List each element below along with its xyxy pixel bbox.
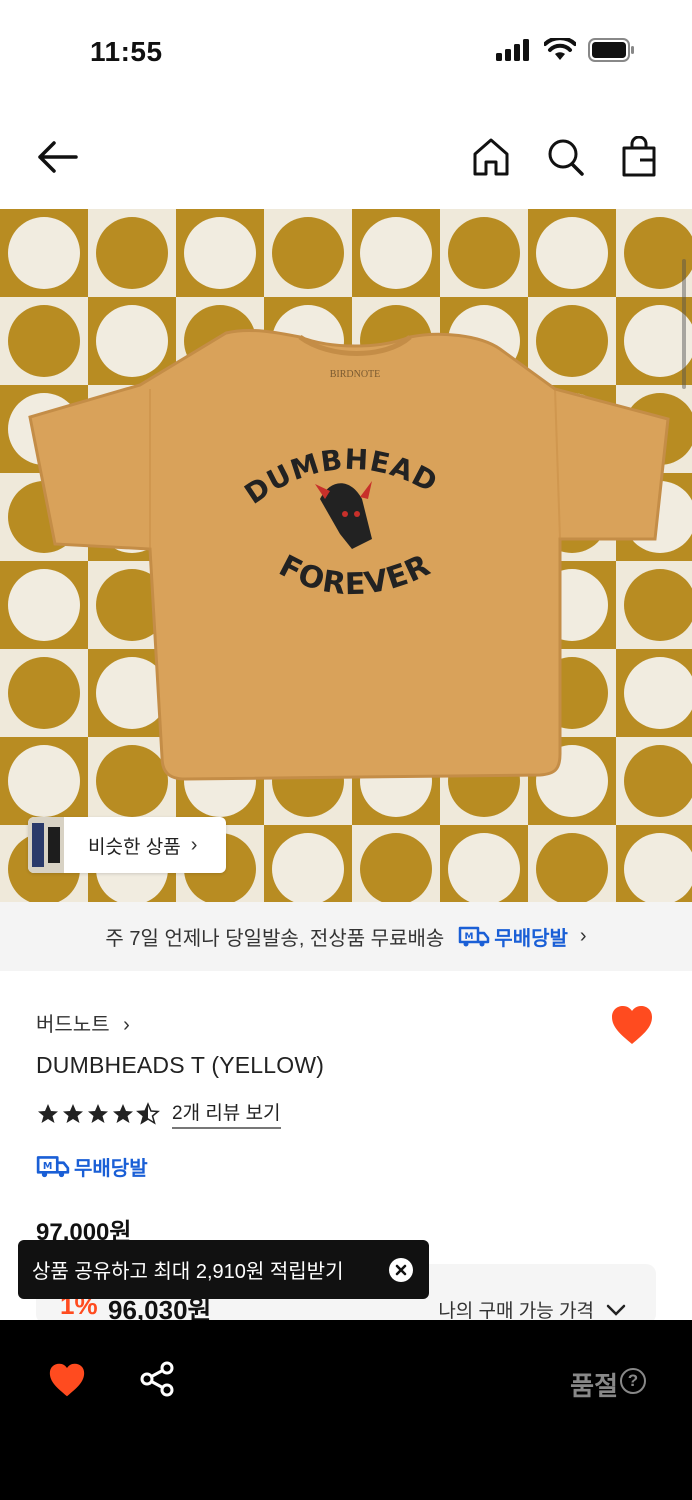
toast-close-button[interactable] xyxy=(389,1258,413,1282)
my-price-label: 나의 구매 가능 가격 xyxy=(438,1301,594,1322)
bottom-action-bar: 품절 ? xyxy=(0,1320,692,1500)
similar-products-label: 비슷한 상품 xyxy=(88,836,181,858)
nav-actions xyxy=(472,135,658,178)
arrow-left-icon xyxy=(38,141,78,173)
delivery-text: 주 7일 언제나 당일발송, 전상품 무료배송 xyxy=(105,928,445,950)
half-star-icon xyxy=(136,1101,160,1125)
share-reward-toast: 상품 공유하고 최대 2,910원 적립받기 xyxy=(18,1240,429,1299)
free-delivery-badge: M 무배당발 xyxy=(458,922,568,951)
product-title: DUMBHEADS T (YELLOW) xyxy=(36,1052,325,1078)
brand-link[interactable]: 버드노트 › xyxy=(36,1008,130,1037)
star-icon xyxy=(63,1103,83,1123)
similar-products-button[interactable]: 비슷한 상품 › xyxy=(28,817,226,873)
search-icon xyxy=(548,139,584,176)
wishlist-button[interactable] xyxy=(610,1004,654,1048)
image-scroll-indicator xyxy=(682,259,686,389)
share-button[interactable] xyxy=(138,1360,176,1398)
chevron-right-icon: › xyxy=(123,1014,130,1036)
sold-out-status: 품절 xyxy=(570,1371,618,1401)
product-photo: BIRDNOTE DUMBHEADS FOREVER xyxy=(0,209,692,902)
my-price-dropdown[interactable]: 나의 구매 가능 가격 xyxy=(438,1296,626,1323)
share-icon xyxy=(140,1361,174,1397)
review-link[interactable]: 2개 리뷰 보기 xyxy=(172,1098,281,1129)
close-icon xyxy=(395,1264,407,1276)
toast-text: 상품 공유하고 최대 2,910원 적립받기 xyxy=(32,1261,344,1283)
back-button[interactable] xyxy=(34,136,80,178)
star-icon xyxy=(113,1103,133,1123)
heart-icon xyxy=(612,1006,652,1044)
status-time: 11:55 xyxy=(90,36,163,67)
rating-row: 2개 리뷰 보기 xyxy=(36,1098,281,1129)
wishlist-button[interactable] xyxy=(48,1362,86,1398)
star-rating xyxy=(36,1101,160,1126)
help-icon[interactable]: ? xyxy=(620,1368,646,1394)
delivery-truck-icon: M xyxy=(36,1155,70,1177)
free-delivery-badge-label: 무배당발 xyxy=(74,1158,148,1180)
delivery-banner[interactable]: 주 7일 언제나 당일발송, 전상품 무료배송 M 무배당발 › xyxy=(0,902,692,971)
shirt-label: BIRDNOTE xyxy=(330,369,381,380)
brand-name: 버드노트 xyxy=(36,1014,110,1036)
home-icon xyxy=(473,138,509,176)
free-delivery-badge: M 무배당발 xyxy=(36,1152,148,1181)
search-button[interactable] xyxy=(546,136,584,178)
home-button[interactable] xyxy=(472,136,510,178)
chevron-right-icon: › xyxy=(579,925,587,947)
similar-product-thumbnail xyxy=(28,817,64,873)
star-icon xyxy=(38,1103,58,1123)
status-bar: 11:55 xyxy=(0,0,692,100)
status-icons xyxy=(496,38,636,62)
product-image[interactable]: BIRDNOTE DUMBHEADS FOREVER 비슷한 상품 › xyxy=(0,209,692,902)
svg-text:M: M xyxy=(465,932,474,942)
chevron-down-icon xyxy=(606,1304,626,1316)
star-icon xyxy=(88,1103,108,1123)
cart-button[interactable] xyxy=(620,135,658,178)
top-navigation xyxy=(0,118,692,198)
chevron-right-icon: › xyxy=(190,833,198,856)
heart-icon xyxy=(49,1363,85,1397)
svg-text:M: M xyxy=(43,1161,53,1172)
delivery-truck-icon: M xyxy=(459,926,490,946)
shopping-bag-icon xyxy=(622,135,656,177)
wifi-icon xyxy=(544,38,576,60)
cellular-signal-icon xyxy=(496,39,529,61)
battery-icon xyxy=(588,38,634,62)
free-delivery-badge-label: 무배당발 xyxy=(494,928,568,950)
